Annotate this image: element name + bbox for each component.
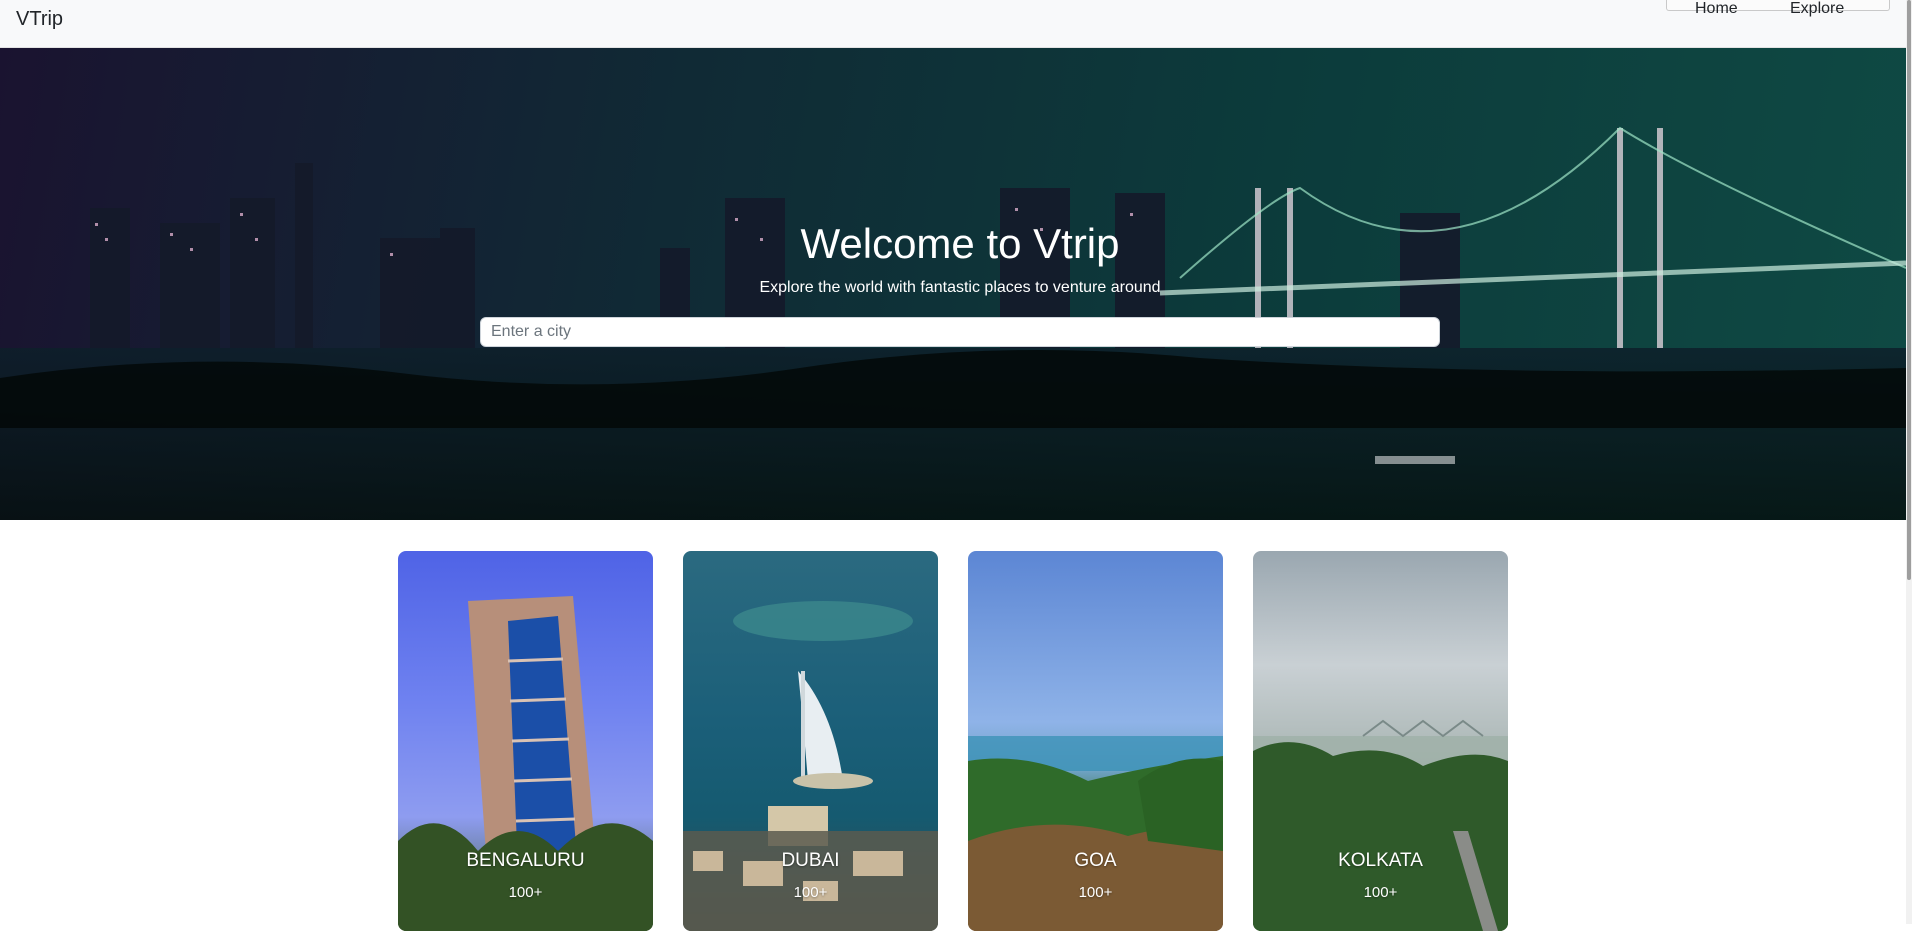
page-scrollbar[interactable]	[1906, 0, 1912, 924]
city-name: KOLKATA	[1338, 850, 1423, 871]
city-card-bengaluru[interactable]: BENGALURU 100+	[398, 551, 653, 931]
city-card-goa[interactable]: GOA 100+	[968, 551, 1223, 931]
dubai-image	[683, 601, 938, 931]
city-search-input[interactable]	[480, 317, 1440, 347]
nav-home-link[interactable]: Home	[1695, 0, 1738, 18]
city-name: GOA	[1074, 850, 1117, 871]
nav-explore-link[interactable]: Explore	[1790, 0, 1844, 18]
hero-subtitle: Explore the world with fantastic places …	[759, 279, 1161, 296]
city-card-kolkata[interactable]: KOLKATA 100+	[1253, 551, 1508, 931]
city-name: DUBAI	[781, 850, 840, 871]
city-count: 100+	[1363, 884, 1398, 901]
navbar: VTrip Home Explore	[0, 0, 1906, 48]
city-cards: BENGALURU 100+ DUBAI 100+ GOA 100+ KOLKA…	[0, 551, 1906, 931]
brand-logo[interactable]: VTrip	[16, 8, 63, 31]
hero-banner: Welcome to Vtrip Explore the world with …	[0, 48, 1906, 520]
city-name: BENGALURU	[466, 850, 585, 871]
kolkata-image	[1253, 719, 1508, 931]
goa-image	[968, 736, 1223, 931]
scrollbar-thumb[interactable]	[1907, 0, 1911, 580]
hero-title: Welcome to Vtrip	[800, 220, 1120, 267]
city-count: 100+	[1078, 884, 1113, 901]
bengaluru-image	[398, 596, 653, 931]
city-count: 100+	[793, 884, 828, 901]
city-count: 100+	[508, 884, 543, 901]
city-card-dubai[interactable]: DUBAI 100+	[683, 551, 938, 931]
